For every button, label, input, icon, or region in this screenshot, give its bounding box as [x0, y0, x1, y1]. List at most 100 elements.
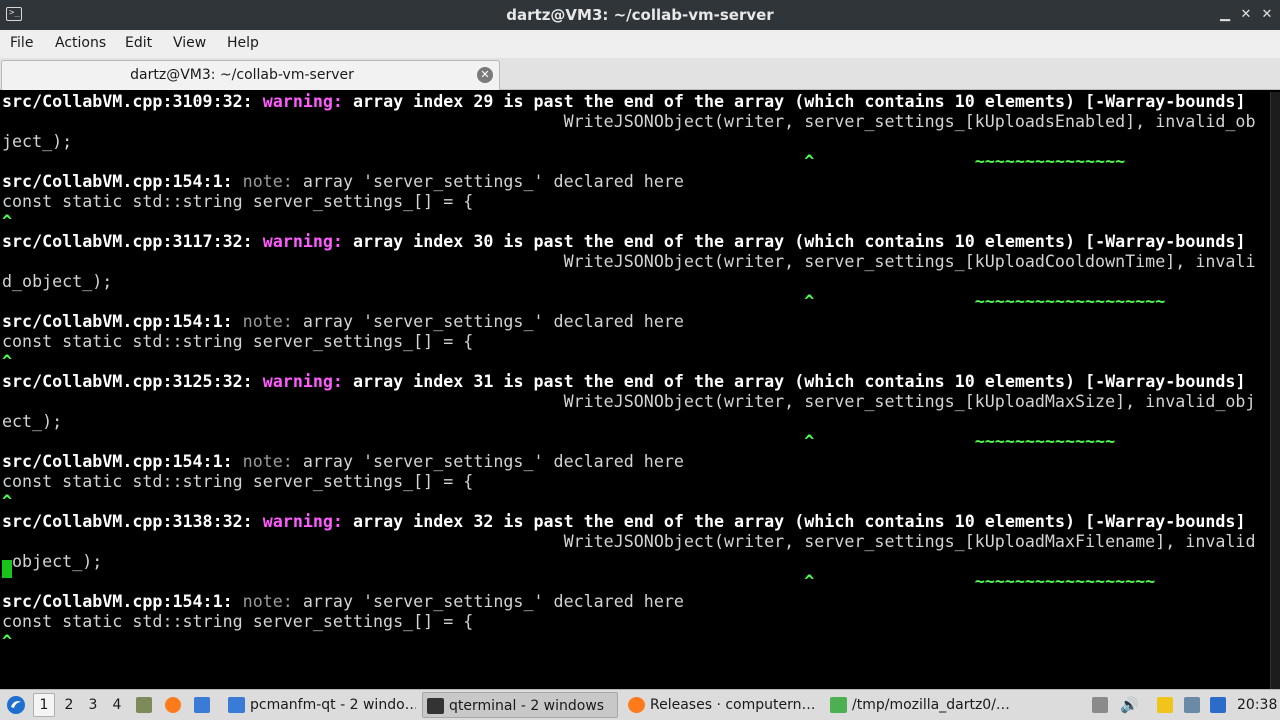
terminal-text-segment: array 'server_settings_' declared here	[302, 592, 684, 611]
terminal-line: ^ ~~~~~~~~~~~~~~~~~~~	[2, 292, 1165, 312]
terminal-line: ^	[2, 492, 12, 512]
terminal-line: WriteJSONObject(writer, server_settings_…	[2, 112, 1256, 132]
task-qterminal[interactable]: qterminal - 2 windows	[422, 692, 618, 718]
terminal-text-segment: warning:	[262, 512, 353, 531]
terminal-text-segment: ^ ~~~~~~~~~~~~~~~	[2, 152, 1126, 171]
file-icon	[830, 697, 847, 713]
terminal-text-segment: src/CollabVM.cpp:3125:32:	[2, 372, 263, 391]
terminal-line: src/CollabVM.cpp:154:1: note: array 'ser…	[2, 592, 684, 612]
terminal-text-segment: warning:	[262, 372, 353, 391]
taskbar: 1 2 3 4 pcmanfm-qt - 2 windo… qterminal …	[0, 689, 1280, 720]
workspace-2[interactable]: 2	[58, 690, 80, 720]
terminal-line: const static std::string server_settings…	[2, 192, 473, 212]
minimize-button[interactable]: ▁	[1215, 5, 1235, 25]
volume-icon[interactable]: 🔊	[1120, 697, 1139, 713]
terminal-icon	[427, 698, 444, 714]
terminal-text-segment: src/CollabVM.cpp:154:1:	[2, 312, 243, 331]
window-titlebar[interactable]: >_ dartz@VM3: ~/collab-vm-server ▁ ✕ ✕	[0, 0, 1280, 30]
terminal-text-segment: _object_);	[2, 552, 103, 571]
terminal-line: ^	[2, 352, 12, 372]
terminal-line: _object_);	[2, 552, 102, 572]
maximize-button[interactable]: ✕	[1236, 5, 1256, 25]
terminal-line: WriteJSONObject(writer, server_settings_…	[2, 252, 1256, 272]
terminal-text-segment: WriteJSONObject(writer, server_settings_…	[2, 252, 1256, 271]
terminal-text-segment: array index 29 is past the end of the ar…	[353, 92, 1246, 111]
terminal-text-segment: src/CollabVM.cpp:3138:32:	[2, 512, 263, 531]
terminal-text-segment: array index 31 is past the end of the ar…	[353, 372, 1246, 391]
tab-label: dartz@VM3: ~/collab-vm-server	[130, 67, 354, 83]
terminal-line: WriteJSONObject(writer, server_settings_…	[2, 532, 1256, 552]
close-button[interactable]: ✕	[1257, 5, 1277, 25]
terminal-text-segment: src/CollabVM.cpp:154:1:	[2, 172, 243, 191]
terminal-line: const static std::string server_settings…	[2, 612, 473, 632]
terminal-text-segment: array 'server_settings_' declared here	[302, 312, 684, 331]
terminal-line: src/CollabVM.cpp:154:1: note: array 'ser…	[2, 172, 684, 192]
menu-help[interactable]: Help	[227, 30, 259, 56]
terminal-text-segment: array index 30 is past the end of the ar…	[353, 232, 1246, 251]
tab-close-icon[interactable]: ✕	[477, 67, 493, 83]
terminal-text-segment: const static std::string server_settings…	[2, 472, 474, 491]
terminal-text-segment: const static std::string server_settings…	[2, 192, 474, 211]
terminal-text-segment: WriteJSONObject(writer, server_settings_…	[2, 112, 1256, 131]
menu-view[interactable]: View	[173, 30, 206, 56]
terminal-text-segment: src/CollabVM.cpp:3117:32:	[2, 232, 263, 251]
terminal-text-segment: ^ ~~~~~~~~~~~~~~~~~~~	[2, 292, 1166, 311]
terminal-text-segment: ject_);	[2, 132, 73, 151]
clipboard-icon[interactable]	[1157, 697, 1173, 713]
terminal-line: ^	[2, 632, 12, 652]
terminal-line: const static std::string server_settings…	[2, 472, 473, 492]
terminal-tab[interactable]: dartz@VM3: ~/collab-vm-server ✕	[1, 60, 500, 90]
terminal-text-segment: ^	[2, 632, 13, 651]
terminal-line: src/CollabVM.cpp:3125:32: warning: array…	[2, 372, 1245, 392]
folder-icon	[228, 697, 245, 713]
menu-actions[interactable]: Actions	[55, 30, 106, 56]
tray-eject-icon[interactable]	[1092, 697, 1108, 713]
terminal-line: src/CollabVM.cpp:3109:32: warning: array…	[2, 92, 1245, 112]
terminal-text-segment: ^	[2, 212, 13, 231]
terminal-line: ^ ~~~~~~~~~~~~~~	[2, 432, 1115, 452]
terminal-line: const static std::string server_settings…	[2, 332, 473, 352]
task-pcmanfm-label: pcmanfm-qt - 2 windo…	[250, 697, 416, 713]
workspace-3[interactable]: 3	[82, 690, 104, 720]
clock[interactable]: 20:38	[1237, 690, 1277, 720]
terminal-text-segment: ^ ~~~~~~~~~~~~~~~~~~	[2, 572, 1156, 591]
terminal-line: WriteJSONObject(writer, server_settings_…	[2, 392, 1256, 412]
terminal-line: d_object_);	[2, 272, 112, 292]
menu-edit[interactable]: Edit	[125, 30, 152, 56]
terminal-text-segment: d_object_);	[2, 272, 113, 291]
start-menu-icon[interactable]	[6, 695, 26, 715]
terminal-scrollbar[interactable]	[1270, 92, 1280, 689]
task-qterminal-label: qterminal - 2 windows	[449, 698, 605, 714]
terminal-output[interactable]: src/CollabVM.cpp:3109:32: warning: array…	[0, 92, 1270, 689]
terminal-text-segment: src/CollabVM.cpp:154:1:	[2, 452, 243, 471]
task-firefox[interactable]: Releases · computern…	[624, 692, 818, 718]
terminal-line: ject_);	[2, 132, 72, 152]
terminal-line: src/CollabVM.cpp:3138:32: warning: array…	[2, 512, 1245, 532]
firefox-icon	[628, 697, 645, 713]
firefox-launcher-icon[interactable]	[165, 697, 181, 713]
terminal-line: src/CollabVM.cpp:154:1: note: array 'ser…	[2, 452, 684, 472]
terminal-text-segment: array 'server_settings_' declared here	[302, 172, 684, 191]
terminal-text-segment: warning:	[262, 232, 353, 251]
terminal-line: ^ ~~~~~~~~~~~~~~~~~~	[2, 572, 1155, 592]
terminal-cursor	[2, 560, 12, 578]
terminal-line: ^ ~~~~~~~~~~~~~~~	[2, 152, 1125, 172]
network-icon[interactable]	[1184, 697, 1200, 713]
task-pcmanfm[interactable]: pcmanfm-qt - 2 windo…	[224, 692, 416, 718]
show-desktop-icon[interactable]	[194, 697, 210, 713]
terminal-text-segment: ^ ~~~~~~~~~~~~~~	[2, 432, 1116, 451]
task-mozilla[interactable]: /tmp/mozilla_dartz0/…	[826, 692, 1026, 718]
workspace-1[interactable]: 1	[33, 693, 55, 717]
terminal-text-segment: WriteJSONObject(writer, server_settings_…	[2, 392, 1256, 411]
file-manager-launcher-icon[interactable]	[136, 697, 152, 713]
terminal-text-segment: src/CollabVM.cpp:154:1:	[2, 592, 243, 611]
terminal-text-segment: note:	[242, 172, 303, 191]
tab-bar: dartz@VM3: ~/collab-vm-server ✕	[0, 58, 1280, 90]
terminal-text-segment: WriteJSONObject(writer, server_settings_…	[2, 532, 1256, 551]
workspace-4[interactable]: 4	[106, 690, 128, 720]
task-mozilla-label: /tmp/mozilla_dartz0/…	[852, 697, 1010, 713]
terminal-text-segment: const static std::string server_settings…	[2, 612, 474, 631]
menu-bar: File Actions Edit View Help	[0, 30, 1280, 58]
menu-file[interactable]: File	[10, 30, 33, 56]
bluetooth-icon[interactable]	[1210, 697, 1226, 713]
